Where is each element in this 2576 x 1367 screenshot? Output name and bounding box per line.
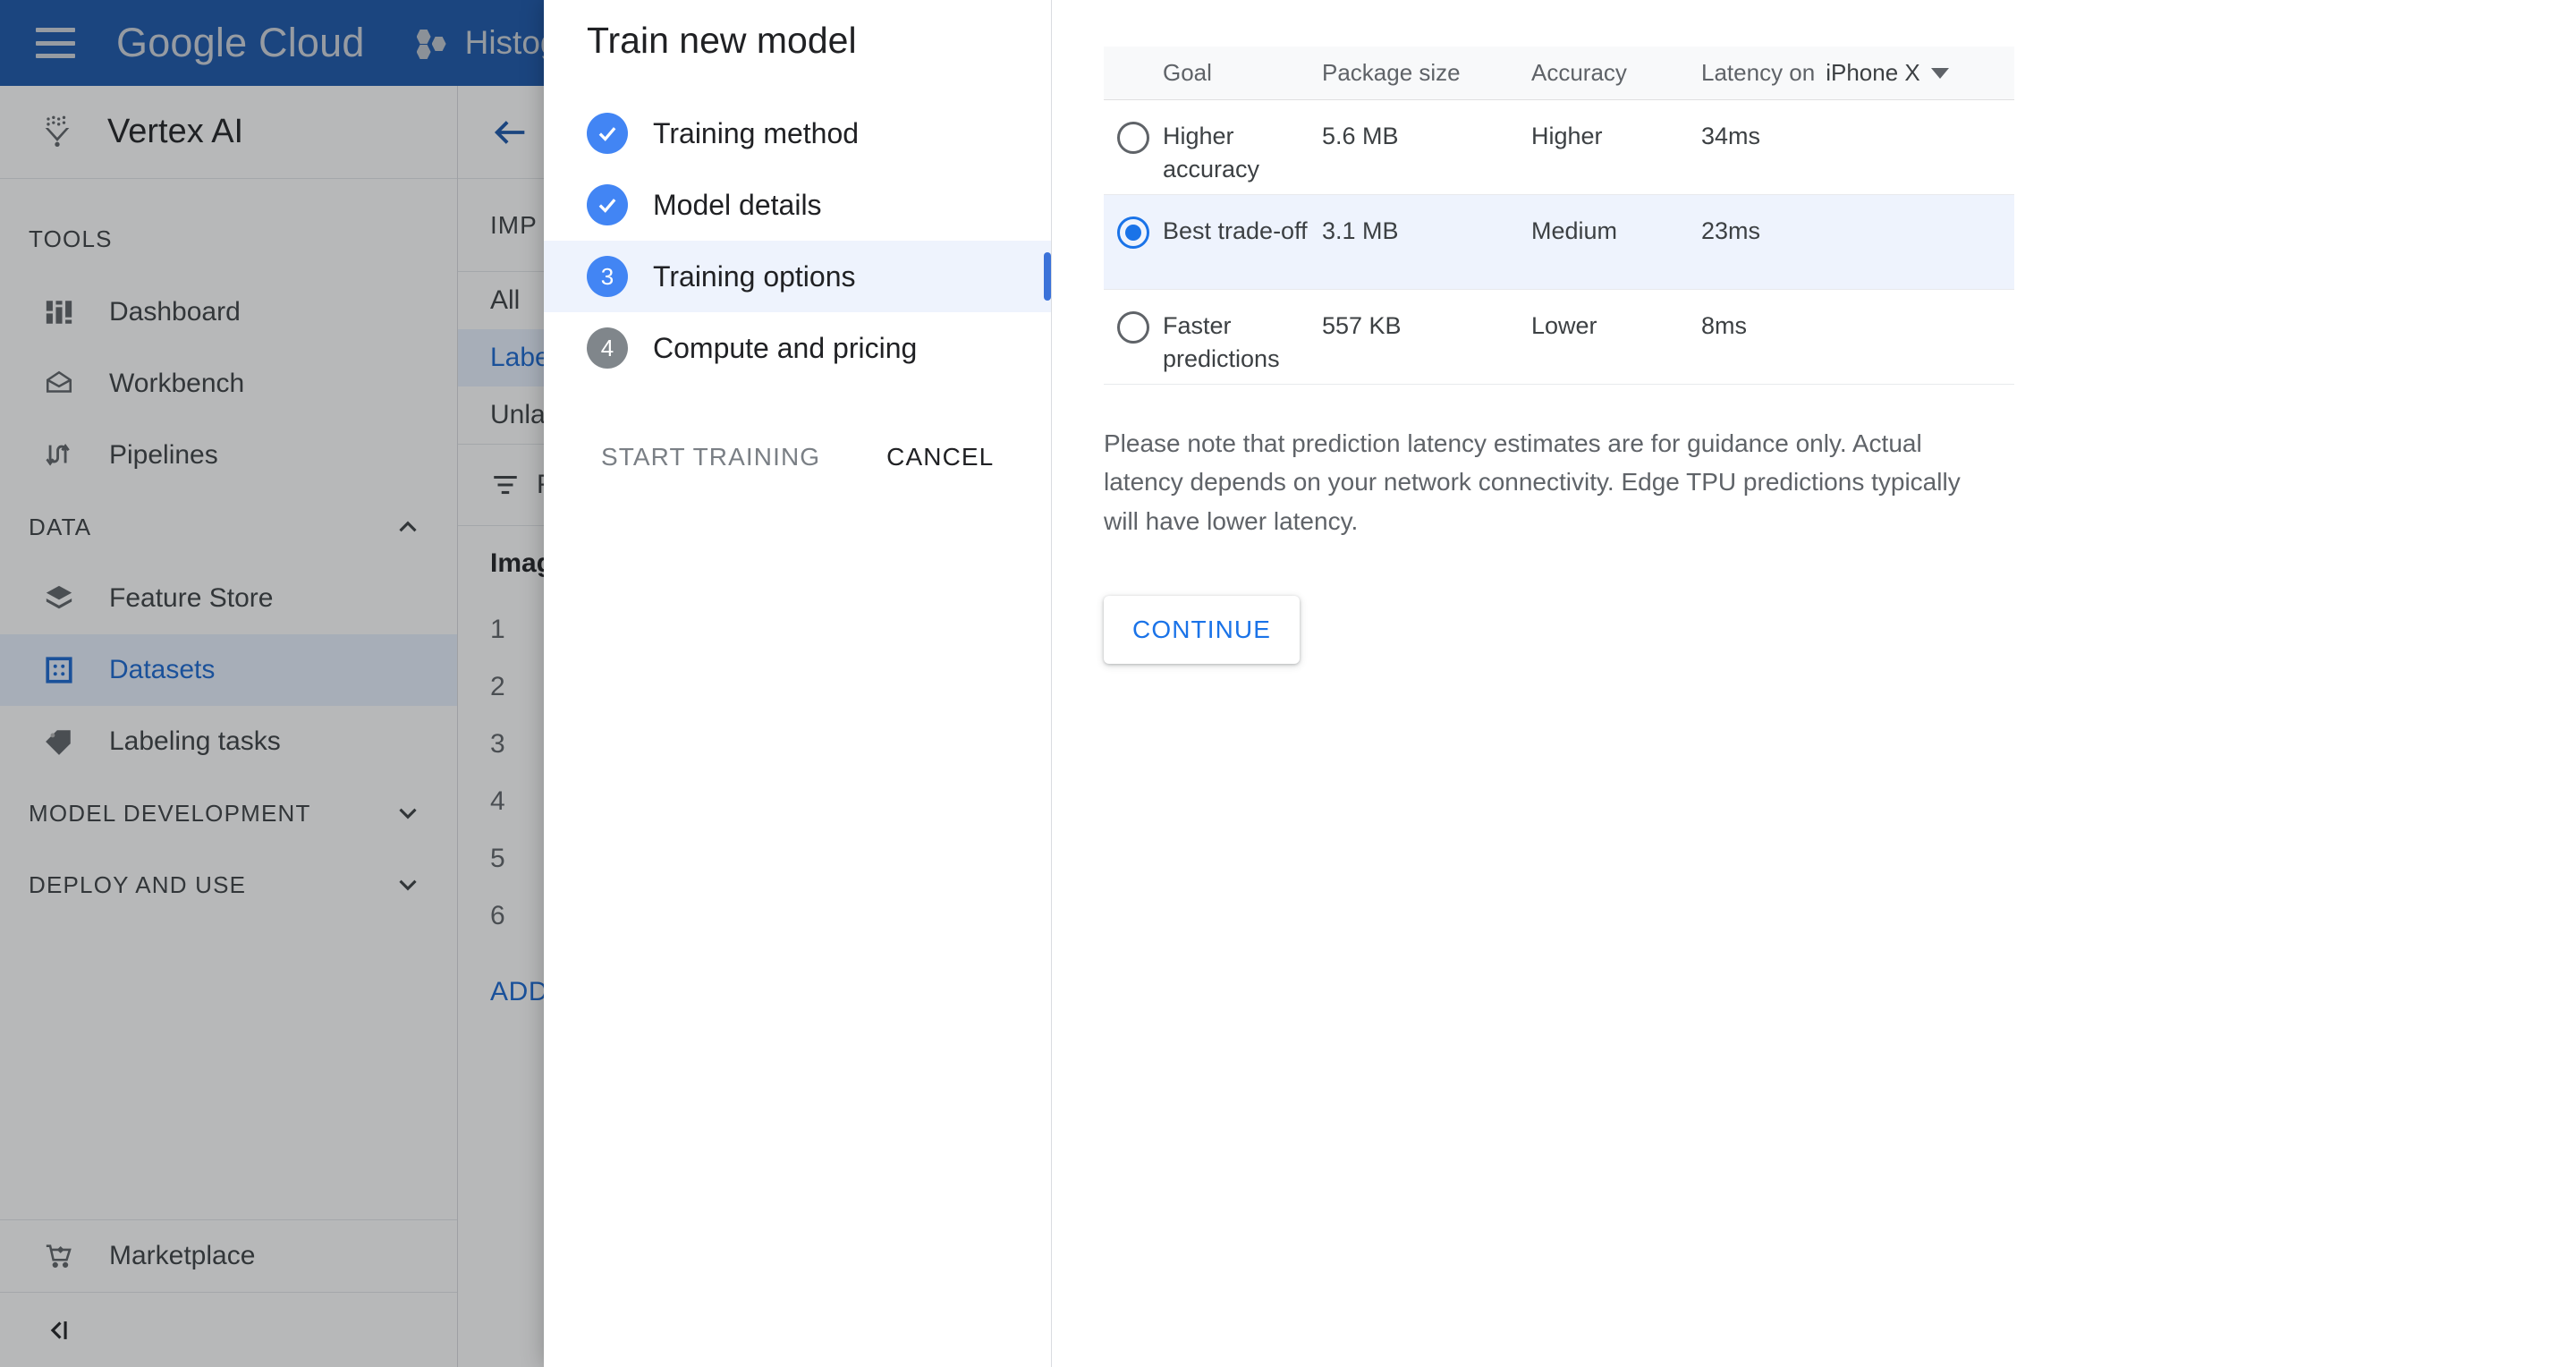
dialog-title: Train new model — [587, 20, 857, 61]
dialog-actions: START TRAINING CANCEL — [544, 384, 1051, 484]
step-training-method[interactable]: Training method — [544, 98, 1051, 169]
cell-latency: 34ms — [1701, 123, 1761, 149]
cell-goal: Best trade-off — [1163, 217, 1308, 244]
table-header-row: Goal Package size Accuracy Latency on iP… — [1104, 47, 2014, 100]
dialog-content-pane: Goal Package size Accuracy Latency on iP… — [1052, 0, 2576, 1367]
cell-goal: Faster predictions — [1163, 312, 1280, 373]
table-row[interactable]: Best trade-off 3.1 MB Medium 23ms — [1104, 195, 2014, 290]
step-number-badge: 4 — [587, 327, 628, 369]
dialog-stepper-pane: Train new model Training method Model de… — [544, 0, 1052, 1367]
header-accuracy: Accuracy — [1531, 58, 1627, 86]
step-label: Model details — [653, 188, 822, 221]
cell-package-size: 3.1 MB — [1322, 217, 1399, 244]
stepper: Training method Model details 3 Training… — [544, 98, 1051, 384]
cell-accuracy: Higher — [1531, 123, 1603, 149]
latency-disclaimer: Please note that prediction latency esti… — [1104, 429, 1961, 535]
step-label: Training method — [653, 116, 860, 149]
cell-latency: 8ms — [1701, 312, 1748, 339]
table-row[interactable]: Faster predictions 557 KB Lower 8ms — [1104, 290, 2014, 385]
option-radio[interactable] — [1104, 310, 1163, 344]
table-row[interactable]: Higher accuracy 5.6 MB Higher 34ms — [1104, 100, 2014, 195]
option-radio[interactable] — [1104, 215, 1163, 249]
option-radio[interactable] — [1104, 120, 1163, 154]
cancel-button[interactable]: CANCEL — [867, 430, 1013, 484]
cell-latency: 23ms — [1701, 217, 1761, 244]
step-training-options[interactable]: 3 Training options — [544, 241, 1051, 312]
header-goal: Goal — [1163, 58, 1212, 86]
start-training-button[interactable]: START TRAINING — [581, 430, 840, 484]
step-model-details[interactable]: Model details — [544, 169, 1051, 241]
continue-button[interactable]: CONTINUE — [1104, 596, 1301, 665]
cell-accuracy: Lower — [1531, 312, 1597, 339]
latency-device-selector[interactable]: iPhone X — [1826, 59, 1920, 87]
cell-package-size: 557 KB — [1322, 312, 1402, 339]
training-options-table: Goal Package size Accuracy Latency on iP… — [1104, 47, 2014, 385]
step-check-icon — [587, 113, 628, 154]
step-label: Compute and pricing — [653, 331, 918, 364]
step-label: Training options — [653, 259, 856, 293]
step-compute-and-pricing[interactable]: 4 Compute and pricing — [544, 312, 1051, 384]
cell-package-size: 5.6 MB — [1322, 123, 1399, 149]
train-new-model-dialog: Train new model Training method Model de… — [544, 0, 2576, 1367]
cell-accuracy: Medium — [1531, 217, 1618, 244]
cell-goal: Higher accuracy — [1163, 123, 1260, 183]
header-latency-prefix: Latency on — [1701, 59, 1816, 86]
header-latency: Latency on iPhone X — [1701, 59, 2014, 87]
step-check-icon — [587, 184, 628, 225]
header-package-size: Package size — [1322, 58, 1461, 86]
chevron-down-icon[interactable] — [1930, 67, 1949, 79]
header-radio-spacer — [1104, 72, 1163, 74]
app-root: Google Cloud Histogramo Vertex AI — [0, 0, 2576, 1367]
step-number-badge: 3 — [587, 256, 628, 297]
